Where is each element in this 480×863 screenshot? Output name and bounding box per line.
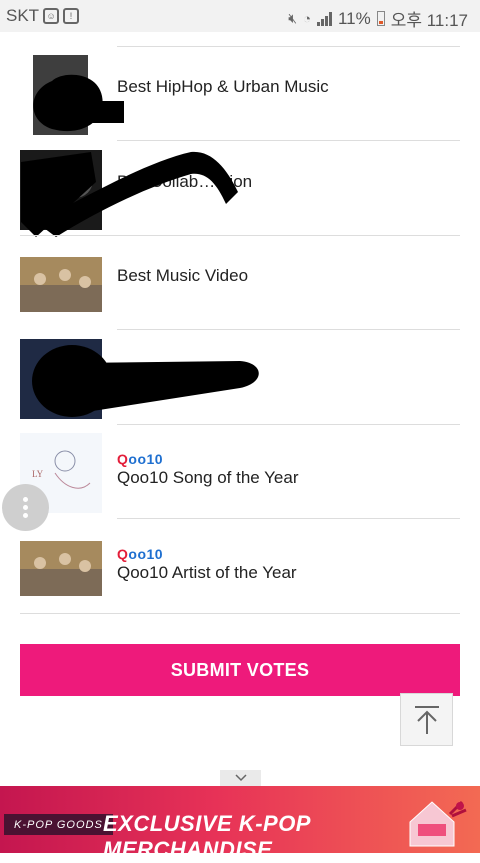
floating-menu-button[interactable] (2, 484, 49, 531)
category-row-music-video[interactable]: Best Music Video (20, 236, 460, 330)
gift-house-icon (409, 800, 467, 847)
chevron-down-icon (234, 774, 247, 782)
category-row-collaboration[interactable]: B… Collab…ation (20, 142, 460, 237)
battery-percent: 11% (337, 8, 371, 28)
category-row-hiphop[interactable]: Best HipHop & Urban Music (20, 47, 460, 141)
album-art-image (20, 541, 102, 596)
scroll-to-top-button[interactable] (400, 693, 453, 746)
redaction-scribble (32, 345, 259, 417)
wifi-icon: ◔ (303, 11, 311, 26)
merchandise-banner[interactable]: K-POP GOODS EXCLUSIVE K-POP MERCHANDISE (0, 786, 480, 862)
banner-tag: K-POP GOODS (4, 814, 113, 835)
category-row-qoo10-song[interactable]: LY Qoo10 Qoo10 Song of the Year (20, 425, 460, 519)
row-divider (117, 518, 460, 519)
album-thumbnail (20, 541, 102, 596)
smiley-notification-icon: ☺ (43, 8, 60, 24)
qoo10-brand-logo: Qoo10 (117, 451, 164, 467)
category-label: Best Music Video (117, 266, 249, 285)
row-divider (117, 140, 460, 141)
redaction-scribble (33, 74, 124, 132)
dot-icon (23, 505, 28, 510)
dot-icon (23, 513, 28, 518)
carrier-label: SKT (6, 6, 40, 25)
row-divider (20, 613, 460, 614)
alert-notification-icon: ! (63, 8, 80, 24)
mute-icon: 🔇︎ (288, 10, 298, 26)
category-row-redacted[interactable] (20, 331, 460, 425)
category-label: Qoo10 Artist of the Year (117, 563, 297, 582)
banner-collapse-toggle[interactable] (220, 770, 261, 786)
status-left: SKT ☺ ! (6, 6, 80, 26)
category-row-qoo10-artist[interactable]: Qoo10 Qoo10 Artist of the Year (20, 520, 460, 614)
status-bar: SKT ☺ ! 🔇︎ ◔ 11% 오후 11:17 (0, 0, 480, 32)
arrow-up-icon (414, 705, 439, 734)
svg-text:LY: LY (32, 469, 44, 479)
album-art-image (20, 257, 102, 312)
signal-icon (316, 11, 332, 26)
clock: 오후 11:17 (390, 11, 468, 30)
redaction-scribble (21, 151, 238, 237)
category-label: Qoo10 Song of the Year (117, 468, 299, 487)
qoo10-brand-logo: Qoo10 (117, 546, 164, 562)
battery-icon (376, 11, 385, 26)
dot-icon (23, 497, 28, 502)
submit-votes-button[interactable]: SUBMIT VOTES (20, 644, 460, 696)
album-thumbnail (20, 257, 102, 312)
row-divider (117, 329, 460, 330)
status-right: 🔇︎ ◔ 11% 오후 11:17 (288, 6, 468, 31)
category-label: Best HipHop & Urban Music (117, 77, 329, 96)
